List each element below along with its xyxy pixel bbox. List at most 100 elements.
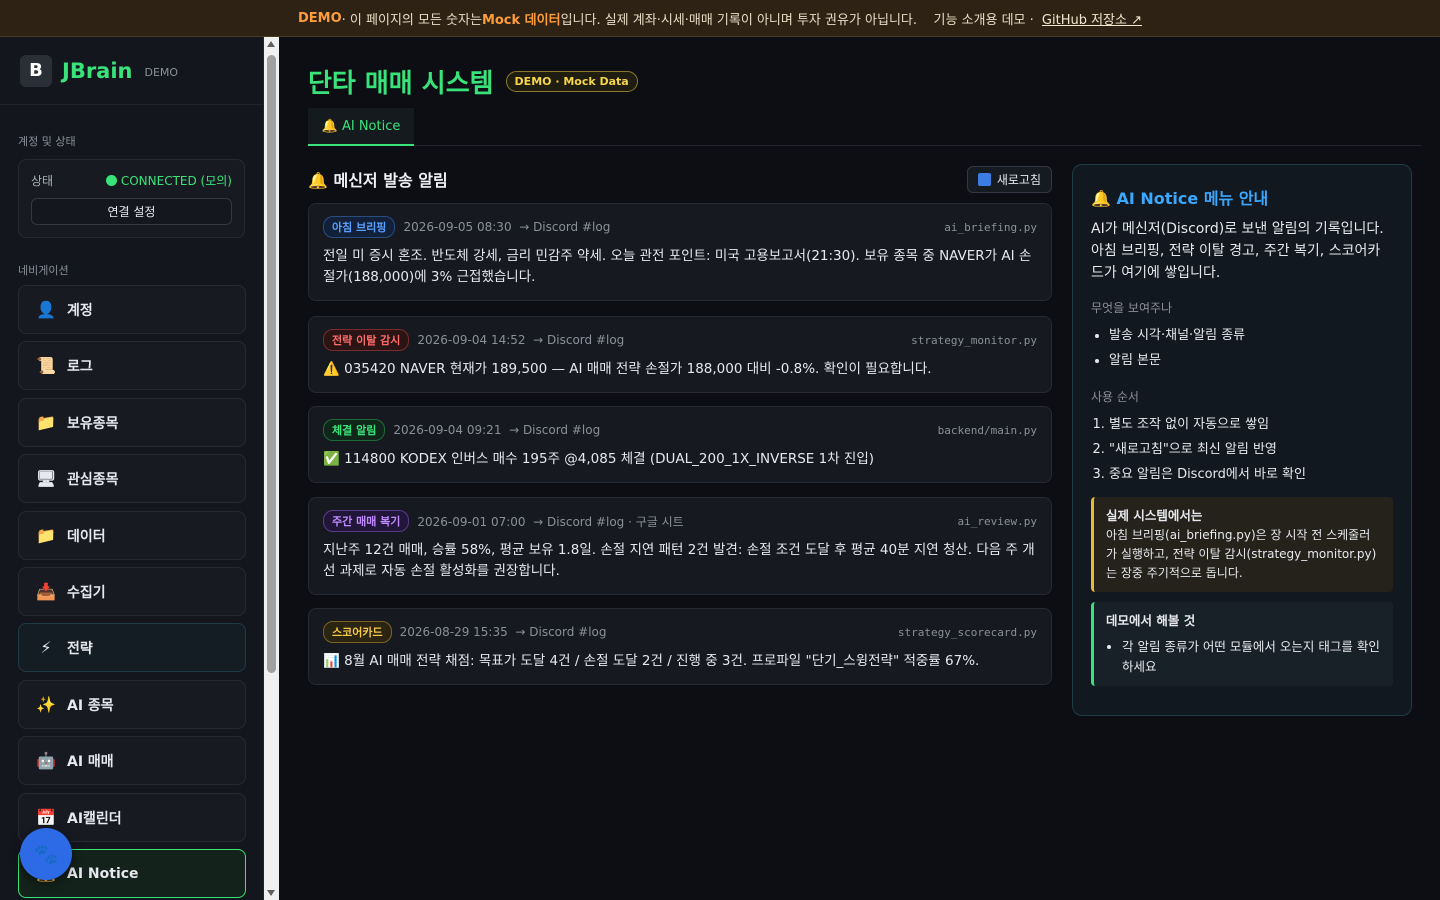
try-title: 데모에서 해볼 것	[1106, 613, 1196, 628]
sidebar-item-label: AI캘린더	[67, 810, 122, 827]
github-link[interactable]: GitHub 저장소 ↗	[1042, 9, 1142, 28]
guide-order-item: 별도 조작 없이 자동으로 쌓임	[1109, 412, 1393, 437]
sidebar-item-label: 수집기	[67, 584, 106, 601]
panel-title: 🔔 메신저 발송 알림	[308, 171, 448, 190]
guide-title: 🔔 AI Notice 메뉴 안내	[1091, 189, 1269, 208]
notice-card: 전략 이탈 감시 2026-09-04 14:52 → Discord #log s…	[308, 316, 1052, 393]
real-system-note: 실제 시스템에서는 아침 브리핑(ai_briefing.py)은 장 시작 전…	[1091, 497, 1393, 592]
folder-icon: 📁	[36, 526, 56, 545]
notice-meta: 2026-09-04 14:52 → Discord #log	[417, 333, 625, 347]
sidebar-item-label: 계정	[67, 302, 93, 319]
notice-meta: 2026-08-29 15:35 → Discord #log	[399, 625, 607, 639]
notice-body: ⚠️ 035420 NAVER 현재가 189,500 — AI 매매 전략 손…	[323, 361, 932, 377]
sidebar-item-2[interactable]: 📁 보유종목	[18, 398, 246, 447]
account-section-label: 계정 및 상태	[18, 135, 76, 148]
paw-icon: 🐾	[33, 842, 59, 866]
notice-meta: 2026-09-01 07:00 → Discord #log · 구글 시트	[417, 514, 684, 529]
sidebar-item-label: 관심종목	[67, 471, 119, 488]
try-item: 각 알림 종류가 어떤 모듈에서 오는지 태그를 확인하세요	[1122, 637, 1381, 677]
guide-order-list: 별도 조작 없이 자동으로 쌓임"새로고침"으로 최신 알림 반영중요 알림은 …	[1091, 412, 1393, 487]
sidebar-item-4[interactable]: 📁 데이터	[18, 511, 246, 560]
refresh-icon	[977, 172, 991, 186]
notice-body: 지난주 12건 매매, 승률 58%, 평균 보유 1.8일. 손절 지연 패턴…	[323, 542, 1035, 579]
logo-row: B JBrain DEMO	[0, 37, 263, 105]
notice-source: strategy_monitor.py	[911, 333, 1037, 347]
monitor-icon: 🖥	[35, 469, 57, 488]
notice-card: 아침 브리핑 2026-09-05 08:30 → Discord #log ai_…	[308, 203, 1052, 301]
guide-what-label: 무엇을 보여주나	[1091, 301, 1173, 315]
real-system-title: 실제 시스템에서는	[1106, 508, 1203, 523]
notice-source: strategy_scorecard.py	[897, 625, 1037, 639]
sidebar-item-label: 데이터	[67, 528, 106, 545]
sidebar-item-label: 로그	[67, 358, 93, 375]
scroll-icon: 📜	[36, 356, 56, 375]
guide-order-item: "새로고침"으로 최신 알림 반영	[1109, 437, 1393, 462]
guide-description: AI가 메신저(Discord)로 보낸 알림의 기록입니다. 아침 브리핑, …	[1091, 221, 1384, 281]
refresh-button[interactable]: 새로고침	[966, 165, 1052, 193]
lightning-icon: ⚡	[40, 638, 52, 657]
nav-section-label: 네비게이션	[18, 264, 69, 277]
sparkles-icon: ✨	[36, 695, 56, 714]
logo-icon: B	[20, 54, 52, 87]
connect-settings-button[interactable]: 연결 설정	[31, 198, 232, 225]
status-label: 상태	[31, 174, 54, 188]
sidebar-item-1[interactable]: 📜 로그	[18, 341, 246, 390]
banner-text-after: 입니다. 실제 계좌·시세·매매 기록이 아니며 투자 권유가 아닙니다. 기능…	[560, 12, 1038, 28]
paw-fab-button[interactable]: 🐾	[20, 828, 72, 880]
guide-what-item: 알림 본문	[1109, 348, 1393, 373]
banner-demo: DEMO	[298, 10, 342, 26]
guide-panel: 🔔 AI Notice 메뉴 안내 AI가 메신저(Discord)로 보낸 알…	[1072, 164, 1412, 716]
sidebar-item-label: AI 매매	[67, 753, 114, 770]
sidebar-item-3[interactable]: 🖥 관심종목	[18, 454, 246, 503]
page-title: 단타 매매 시스템	[308, 69, 494, 99]
demo-pill: DEMO · Mock Data	[505, 71, 638, 92]
guide-what-item: 발송 시각·채널·알림 종류	[1109, 323, 1393, 348]
notice-tag: 체결 알림	[323, 419, 386, 441]
sidebar-item-5[interactable]: 📥 수집기	[18, 567, 246, 616]
sidebar-item-6[interactable]: ⚡ 전략	[18, 623, 246, 672]
sidebar-item-8[interactable]: 🤖 AI 매매	[18, 736, 246, 785]
sidebar-scrollbar[interactable]	[264, 37, 279, 900]
demo-banner: DEMO · 이 페이지의 모든 숫자는 Mock 데이터 입니다. 실제 계좌…	[0, 0, 1440, 37]
try-list: 각 알림 종류가 어떤 모듈에서 오는지 태그를 확인하세요	[1106, 637, 1381, 677]
notice-source: ai_review.py	[957, 514, 1037, 528]
notice-card: 체결 알림 2026-09-04 09:21 → Discord #log back…	[308, 406, 1052, 483]
notice-source: backend/main.py	[937, 423, 1037, 437]
folder-icon: 📁	[36, 413, 56, 432]
demo-label: DEMO	[144, 66, 179, 79]
scroll-up-icon[interactable]	[267, 41, 275, 47]
calendar-icon: 📅	[36, 808, 56, 827]
banner-text-before: · 이 페이지의 모든 숫자는	[341, 12, 482, 28]
connection-status: CONNECTED (모의)	[105, 172, 232, 189]
inbox-icon: 📥	[36, 582, 56, 601]
notice-source: ai_briefing.py	[944, 220, 1037, 234]
guide-order-item: 중요 알림은 Discord에서 바로 확인	[1109, 462, 1393, 487]
tab-ai-notice[interactable]: 🔔 AI Notice	[308, 108, 414, 146]
main-content: 단타 매매 시스템 DEMO · Mock Data 🔔 AI Notice 🔔…	[279, 37, 1440, 900]
guide-order-label: 사용 순서	[1091, 390, 1139, 404]
guide-what-list: 발송 시각·채널·알림 종류알림 본문	[1091, 323, 1393, 373]
notice-card: 스코어카드 2026-08-29 15:35 → Discord #log stra…	[308, 608, 1052, 685]
notice-body: 📊 8월 AI 매매 전략 채점: 목표가 도달 4건 / 손절 도달 2건 /…	[323, 653, 980, 669]
real-system-body: 아침 브리핑(ai_briefing.py)은 장 시작 전 스케줄러가 실행하…	[1106, 528, 1377, 580]
status-card: 상태 CONNECTED (모의) 연결 설정	[18, 159, 245, 238]
notice-meta: 2026-09-04 09:21 → Discord #log	[393, 423, 601, 437]
sidebar-item-0[interactable]: 👤 계정	[18, 285, 246, 334]
scroll-down-icon[interactable]	[267, 890, 275, 896]
notice-tag: 전략 이탈 감시	[323, 329, 410, 351]
try-in-demo-note: 데모에서 해볼 것 각 알림 종류가 어떤 모듈에서 오는지 태그를 확인하세요	[1091, 602, 1393, 686]
sidebar-item-label: AI Notice	[67, 865, 139, 882]
refresh-label: 새로고침	[996, 172, 1041, 187]
banner-mock: Mock 데이터	[481, 12, 561, 28]
notice-meta: 2026-09-05 08:30 → Discord #log	[403, 220, 611, 234]
sidebar-item-7[interactable]: ✨ AI 종목	[18, 680, 246, 729]
tab-bar: 🔔 AI Notice	[308, 108, 1422, 146]
notice-body: 전일 미 증시 혼조. 반도체 강세, 금리 민감주 약세. 오늘 관전 포인트…	[323, 248, 1032, 285]
notice-tag: 주간 매매 복기	[323, 510, 410, 532]
scroll-thumb[interactable]	[267, 55, 276, 673]
sidebar-item-label: 전략	[67, 640, 93, 657]
sidebar-item-label: 보유종목	[67, 415, 119, 432]
robot-icon: 🤖	[36, 751, 56, 770]
status-value: CONNECTED (모의)	[120, 174, 232, 188]
notice-card: 주간 매매 복기 2026-09-01 07:00 → Discord #log …	[308, 497, 1052, 595]
